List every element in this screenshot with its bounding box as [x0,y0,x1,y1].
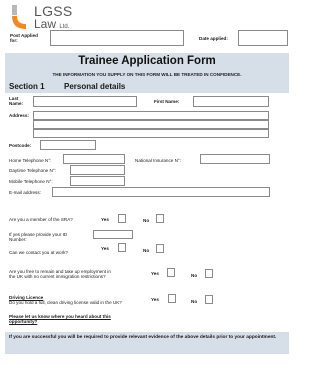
logo-mark-icon [12,5,26,29]
immigration-yes-label: Yes [151,271,159,276]
last-name-label: Last Name: [9,96,24,107]
date-applied-field[interactable] [238,30,288,46]
section-header: Section 1 Personal details [5,81,289,93]
section-number: Section 1 [9,82,45,91]
driving-no-label: No [191,299,198,304]
sra-yes-checkbox[interactable] [118,214,126,223]
logo-text-line2: Law Ltd. [34,17,69,31]
form-title: Trainee Application Form [78,55,216,67]
section-title: Personal details [64,82,126,91]
contact-work-yes-label: Yes [101,246,109,251]
sra-question: Are you a member of the SRA? [9,217,73,222]
title-band: Trainee Application Form THE INFORMATION… [5,53,289,83]
driving-no-checkbox[interactable] [205,295,213,304]
logo: LGSS Law Ltd. [0,0,120,32]
immigration-no-label: No [191,273,198,278]
driving-licence-question: Do you hold a full, clean driving licens… [9,300,122,305]
heard-about-question: Please let us know where you heard about… [9,314,111,325]
address-line-2[interactable] [33,120,269,129]
mobile-telephone-label: Mobile Telephone N°: [9,179,53,184]
email-label: E-mail address: [9,190,41,195]
first-name-label: First Name: [154,99,180,104]
sra-no-checkbox[interactable] [156,214,164,223]
address-line-3[interactable] [33,129,269,138]
logo-word: Law [34,17,57,31]
date-applied-label: Date applied: [199,36,228,41]
evidence-notice-band: If you are successful you will be requir… [5,332,289,354]
postcode-label: Postcode: [9,143,32,148]
last-name-field[interactable] [33,96,137,107]
daytime-telephone-label: Daytime Telephone N°: [9,168,56,173]
first-name-field[interactable] [193,96,269,107]
immigration-question: Are you free to remain and take up emplo… [9,269,111,280]
postcode-field[interactable] [40,140,96,150]
contact-work-yes-checkbox[interactable] [118,243,126,252]
driving-yes-checkbox[interactable] [168,294,176,303]
confidentiality-notice: THE INFORMATION YOU SUPPLY ON THIS FORM … [52,72,242,77]
email-field[interactable] [52,187,270,197]
id-number-question: If yes please provide your ID Number: [9,232,68,243]
mobile-telephone-field[interactable] [70,176,125,186]
contact-work-question: Can we contact you at work? [9,250,68,255]
address-line-1[interactable] [33,111,269,120]
post-applied-field[interactable] [50,30,184,46]
evidence-notice: If you are successful you will be requir… [9,335,277,340]
home-telephone-label: Home Telephone N°: [9,158,52,163]
driving-yes-label: Yes [151,297,159,302]
contact-work-no-checkbox[interactable] [156,244,164,253]
post-applied-label: Post Applied for: [10,33,38,44]
sra-no-label: No [143,218,150,223]
national-insurance-field[interactable] [200,154,270,164]
daytime-telephone-field[interactable] [70,165,125,175]
national-insurance-label: National Insurance N°: [135,158,182,163]
id-number-field[interactable] [93,230,133,239]
home-telephone-field[interactable] [63,154,125,164]
address-label: Address: [9,113,29,118]
immigration-yes-checkbox[interactable] [167,268,175,277]
contact-work-no-label: No [143,248,150,253]
immigration-no-checkbox[interactable] [205,269,213,278]
sra-yes-label: Yes [101,217,109,222]
